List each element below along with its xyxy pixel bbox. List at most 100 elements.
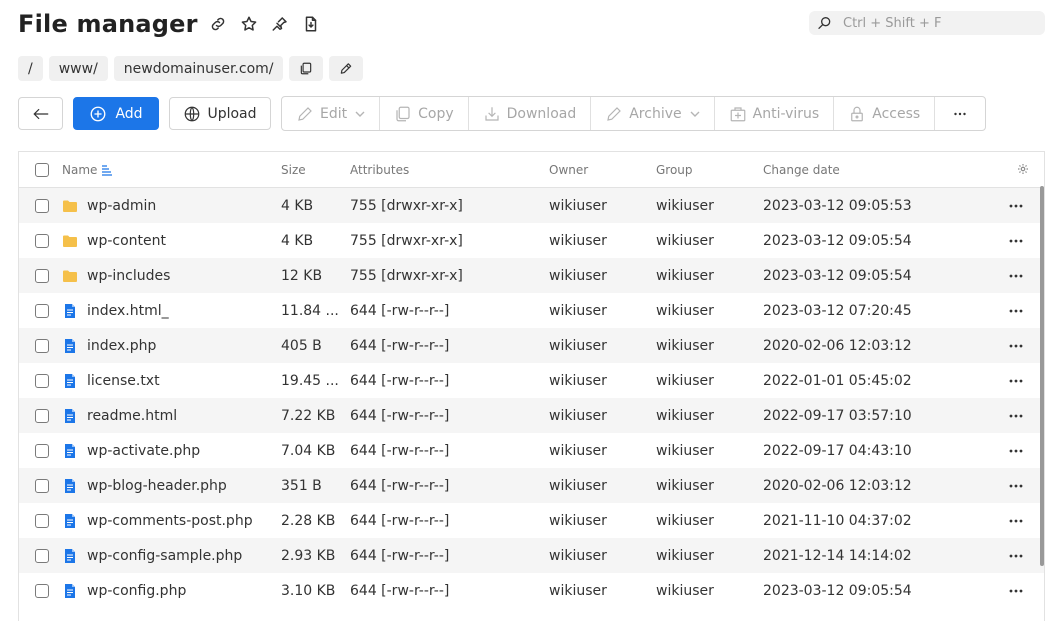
file-name-cell[interactable]: wp-config-sample.php — [62, 548, 242, 564]
file-name-cell[interactable]: wp-content — [62, 233, 166, 249]
pencil-icon — [298, 106, 312, 121]
row-checkbox[interactable] — [35, 443, 49, 458]
row-menu-button[interactable] — [1006, 231, 1026, 255]
row-checkbox[interactable] — [35, 198, 49, 213]
table-row[interactable]: wp-content 4 KB 755 [drwxr-xr-x] wikiuse… — [19, 223, 1044, 258]
file-size: 19.45 ... — [281, 372, 339, 389]
column-owner-header[interactable]: Owner — [549, 163, 588, 177]
file-name[interactable]: wp-comments-post.php — [87, 513, 253, 529]
file-name[interactable]: wp-blog-header.php — [87, 478, 227, 494]
row-menu-button[interactable] — [1006, 511, 1026, 535]
copy-button[interactable]: Copy — [380, 97, 469, 130]
table-row[interactable]: license.txt 19.45 ... 644 [-rw-r--r--] w… — [19, 363, 1044, 398]
table-row[interactable]: index.html_ 11.84 ... 644 [-rw-r--r--] w… — [19, 293, 1044, 328]
column-group-header[interactable]: Group — [656, 163, 693, 177]
file-name-cell[interactable]: wp-activate.php — [62, 443, 200, 459]
page-header: File manager — [18, 8, 322, 40]
table-row[interactable]: wp-config-sample.php 2.93 KB 644 [-rw-r-… — [19, 538, 1044, 573]
table-row[interactable]: wp-activate.php 7.04 KB 644 [-rw-r--r--]… — [19, 433, 1044, 468]
edit-path-button[interactable] — [329, 56, 364, 81]
row-checkbox[interactable] — [35, 583, 49, 598]
file-name[interactable]: readme.html — [87, 408, 177, 424]
row-checkbox[interactable] — [35, 268, 49, 283]
file-name[interactable]: index.php — [87, 338, 156, 354]
row-menu-button[interactable] — [1006, 266, 1026, 290]
table-row[interactable]: index.php 405 B 644 [-rw-r--r--] wikiuse… — [19, 328, 1044, 363]
file-change-date: 2023-03-12 09:05:53 — [763, 197, 912, 214]
antivirus-button[interactable]: Anti-virus — [715, 97, 835, 130]
row-menu-button[interactable] — [1006, 441, 1026, 465]
table-row[interactable]: readme.html 7.22 KB 644 [-rw-r--r--] wik… — [19, 398, 1044, 433]
file-name[interactable]: wp-content — [87, 233, 166, 249]
gear-icon[interactable] — [1017, 163, 1029, 175]
file-name-cell[interactable]: wp-comments-post.php — [62, 513, 253, 529]
file-name-cell[interactable]: wp-includes — [62, 268, 170, 284]
select-all-checkbox[interactable] — [35, 162, 49, 177]
row-menu-button[interactable] — [1006, 581, 1026, 605]
column-name-header[interactable]: Name — [62, 163, 113, 177]
breadcrumb-domain[interactable]: newdomainuser.com/ — [113, 56, 284, 81]
file-name[interactable]: wp-activate.php — [87, 443, 200, 459]
row-checkbox[interactable] — [35, 338, 49, 353]
row-checkbox[interactable] — [35, 548, 49, 563]
row-checkbox[interactable] — [35, 373, 49, 388]
file-name[interactable]: wp-config-sample.php — [87, 548, 242, 564]
file-name[interactable]: wp-config.php — [87, 583, 186, 599]
row-menu-button[interactable] — [1006, 476, 1026, 500]
file-attributes: 644 [-rw-r--r--] — [350, 477, 450, 494]
table-row[interactable]: wp-comments-post.php 2.28 KB 644 [-rw-r-… — [19, 503, 1044, 538]
add-button[interactable]: Add — [73, 97, 159, 130]
bookmark-export-icon[interactable] — [300, 13, 322, 35]
more-actions-button[interactable] — [935, 97, 985, 130]
row-checkbox[interactable] — [35, 408, 49, 423]
star-icon[interactable] — [238, 13, 260, 35]
row-checkbox[interactable] — [35, 233, 49, 248]
table-row[interactable]: wp-config.php 3.10 KB 644 [-rw-r--r--] w… — [19, 573, 1044, 608]
file-name-cell[interactable]: wp-admin — [62, 198, 156, 214]
search-box[interactable] — [809, 11, 1045, 35]
breadcrumb-root[interactable]: / — [18, 56, 43, 81]
table-row[interactable]: wp-admin 4 KB 755 [drwxr-xr-x] wikiuser … — [19, 188, 1044, 223]
column-size-header[interactable]: Size — [281, 163, 306, 177]
download-button[interactable]: Download — [469, 97, 592, 130]
table-row[interactable]: wp-includes 12 KB 755 [drwxr-xr-x] wikiu… — [19, 258, 1044, 293]
edit-button[interactable]: Edit — [282, 97, 381, 130]
file-name-cell[interactable]: index.php — [62, 338, 156, 354]
breadcrumb-www[interactable]: www/ — [48, 56, 108, 81]
column-date-header[interactable]: Change date — [763, 163, 840, 177]
file-name[interactable]: license.txt — [87, 373, 160, 389]
file-size: 4 KB — [281, 232, 314, 249]
row-menu-button[interactable] — [1006, 546, 1026, 570]
row-menu-button[interactable] — [1006, 301, 1026, 325]
file-name[interactable]: wp-admin — [87, 198, 156, 214]
more-horizontal-icon — [954, 112, 966, 115]
row-menu-button[interactable] — [1006, 371, 1026, 395]
file-name[interactable]: wp-includes — [87, 268, 170, 284]
file-size: 7.22 KB — [281, 407, 336, 424]
row-menu-button[interactable] — [1006, 336, 1026, 360]
file-group: wikiuser — [656, 407, 714, 424]
file-name-cell[interactable]: readme.html — [62, 408, 177, 424]
column-attributes-header[interactable]: Attributes — [350, 163, 409, 177]
upload-button[interactable]: Upload — [169, 97, 271, 130]
file-name-cell[interactable]: wp-config.php — [62, 583, 186, 599]
row-checkbox[interactable] — [35, 303, 49, 318]
row-checkbox[interactable] — [35, 513, 49, 528]
row-menu-button[interactable] — [1006, 196, 1026, 220]
file-name-cell[interactable]: license.txt — [62, 373, 160, 389]
copy-path-button[interactable] — [289, 56, 324, 81]
table-row[interactable]: wp-blog-header.php 351 B 644 [-rw-r--r--… — [19, 468, 1044, 503]
access-button[interactable]: Access — [834, 97, 936, 130]
more-horizontal-icon — [1009, 484, 1023, 488]
row-menu-button[interactable] — [1006, 406, 1026, 430]
back-button[interactable] — [18, 97, 63, 130]
archive-button[interactable]: Archive — [591, 97, 715, 130]
file-name-cell[interactable]: index.html_ — [62, 303, 169, 319]
pin-icon[interactable] — [269, 13, 291, 35]
vertical-scrollbar[interactable] — [1040, 186, 1044, 566]
file-name-cell[interactable]: wp-blog-header.php — [62, 478, 227, 494]
row-checkbox[interactable] — [35, 478, 49, 493]
link-icon[interactable] — [207, 13, 229, 35]
file-name[interactable]: index.html_ — [87, 303, 169, 319]
search-input[interactable] — [841, 14, 1035, 32]
